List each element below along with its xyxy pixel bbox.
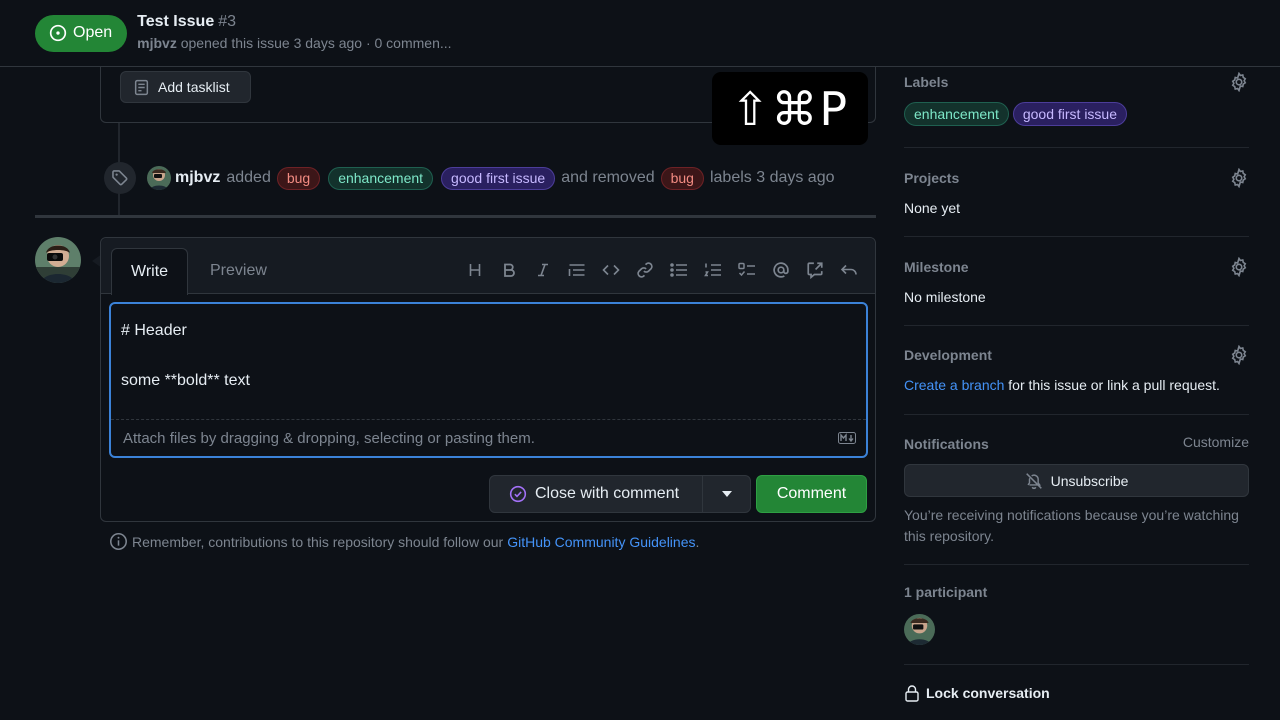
add-tasklist-label: Add tasklist <box>158 79 230 95</box>
development-value: Create a branch for this issue or link a… <box>904 375 1249 395</box>
bell-slash-icon <box>1025 472 1042 489</box>
create-branch-link[interactable]: Create a branch <box>904 377 1004 393</box>
issue-author-link[interactable]: mjbvz <box>137 35 177 51</box>
event-suffix: labels 3 days ago <box>709 169 835 186</box>
tab-write[interactable]: Write <box>111 248 189 295</box>
cross-reference-icon[interactable] <box>803 258 827 282</box>
comment-composer: Write Preview # Header some **bold** tex… <box>100 237 876 522</box>
sidebar-label-good-first-issue[interactable]: good first issue <box>1012 102 1128 126</box>
participants-title: 1 participant <box>904 584 988 600</box>
tab-preview[interactable]: Preview <box>191 248 286 294</box>
development-title[interactable]: Development <box>904 345 1249 365</box>
avatar-image <box>35 237 81 283</box>
projects-value: None yet <box>904 200 961 216</box>
issue-open-icon <box>49 24 67 42</box>
lock-conversation-button[interactable]: Lock conversation <box>904 684 1050 702</box>
label-event: mjbvz added bug enhancement good first i… <box>104 161 837 195</box>
close-with-comment-label: Close with comment <box>535 485 680 502</box>
label-good-first-issue[interactable]: good first issue <box>441 166 556 190</box>
avatar-image <box>904 614 935 645</box>
bold-icon[interactable] <box>497 258 521 282</box>
info-icon <box>110 533 127 550</box>
issue-state-label: Open <box>73 24 113 41</box>
sidebar-projects: Projects None yet <box>904 168 1249 237</box>
task-list-icon[interactable] <box>735 258 759 282</box>
composer-header: Write Preview <box>101 238 875 295</box>
sidebar-participants: 1 participant <box>904 582 1249 665</box>
link-icon[interactable] <box>633 258 657 282</box>
close-with-comment-group: Close with comment <box>489 475 751 513</box>
sidebar-notifications: Notifications Customize Unsubscribe You’… <box>904 434 1249 565</box>
development-gear-icon[interactable] <box>1229 345 1249 365</box>
event-removed-text: and removed <box>561 169 655 186</box>
sidebar-milestone: Milestone No milestone <box>904 257 1249 326</box>
comment-text[interactable]: # Header some **bold** text <box>121 318 250 393</box>
heading-icon[interactable] <box>463 258 487 282</box>
event-author-avatar[interactable] <box>147 166 171 190</box>
issue-title: Test Issue #3 <box>137 12 451 32</box>
italic-icon[interactable] <box>531 258 555 282</box>
add-tasklist-button[interactable]: Add tasklist <box>120 71 251 103</box>
event-author[interactable]: mjbvz <box>175 169 220 187</box>
current-user-avatar[interactable] <box>35 237 81 283</box>
close-with-comment-button[interactable]: Close with comment <box>490 476 703 512</box>
unordered-list-icon[interactable] <box>667 258 691 282</box>
labels-gear-icon[interactable] <box>1229 72 1249 92</box>
attach-files-area[interactable]: Attach files by dragging & dropping, sel… <box>111 419 866 456</box>
guideline-suffix: . <box>695 533 700 550</box>
issue-closed-icon <box>509 485 527 503</box>
label-event-badge <box>104 162 136 194</box>
attach-files-hint: Attach files by dragging & dropping, sel… <box>123 429 535 447</box>
event-added-text: added <box>226 169 271 186</box>
development-rest-text: for this issue or link a pull request. <box>1004 377 1220 393</box>
issue-meta: mjbvz opened this issue 3 days ago · 0 c… <box>137 32 451 54</box>
customize-notifications-link[interactable]: Customize <box>1183 434 1249 450</box>
comment-button[interactable]: Comment <box>756 475 867 513</box>
tasklist-icon <box>134 79 149 95</box>
comment-textarea[interactable]: # Header some **bold** text Attach files… <box>109 302 868 458</box>
lock-icon <box>905 685 919 702</box>
mention-icon[interactable] <box>769 258 793 282</box>
guideline-text: Remember, contributions to this reposito… <box>132 533 504 550</box>
label-bug[interactable]: bug <box>276 166 321 190</box>
sidebar-label-enhancement[interactable]: enhancement <box>904 102 1009 126</box>
markdown-toolbar <box>463 258 861 282</box>
participant-avatar[interactable] <box>904 614 935 645</box>
community-guidelines-link[interactable]: GitHub Community Guidelines <box>507 534 695 550</box>
keyboard-shortcut-overlay: ⇧⌘P <box>712 72 868 145</box>
issue-state-badge: Open <box>35 14 128 52</box>
unsubscribe-label: Unsubscribe <box>1050 472 1129 489</box>
ordered-list-icon[interactable] <box>701 258 725 282</box>
reply-icon[interactable] <box>837 258 861 282</box>
code-icon[interactable] <box>599 258 623 282</box>
issue-title-text: Test Issue <box>137 13 215 30</box>
unsubscribe-button[interactable]: Unsubscribe <box>904 464 1249 497</box>
issue-header: Open Test Issue #3 mjbvz opened this issu… <box>0 0 1280 67</box>
notifications-note: You’re receiving notifications because y… <box>904 507 1239 544</box>
milestone-value: No milestone <box>904 289 986 305</box>
issue-number: #3 <box>218 13 237 30</box>
lock-conversation-label: Lock conversation <box>926 685 1050 701</box>
milestone-title[interactable]: Milestone <box>904 257 1249 277</box>
sidebar-development: Development Create a branch for this iss… <box>904 345 1249 415</box>
triangle-down-icon <box>721 491 732 497</box>
avatar-image <box>147 166 171 190</box>
tag-icon <box>112 170 128 186</box>
markdown-icon[interactable] <box>838 432 856 444</box>
close-options-dropdown[interactable] <box>703 491 750 497</box>
community-guidelines-note: Remember, contributions to this reposito… <box>109 532 699 551</box>
sidebar-labels: Labels enhancement good first issue <box>904 72 1249 148</box>
projects-gear-icon[interactable] <box>1229 168 1249 188</box>
label-enhancement[interactable]: enhancement <box>328 166 434 190</box>
labels-title[interactable]: Labels <box>904 72 1249 92</box>
projects-title[interactable]: Projects <box>904 168 1249 188</box>
issue-meta-text: opened this issue 3 days ago · 0 commen.… <box>180 35 452 51</box>
quote-icon[interactable] <box>565 258 589 282</box>
label-bug-removed[interactable]: bug <box>660 166 704 190</box>
timeline-divider <box>35 215 876 218</box>
milestone-gear-icon[interactable] <box>1229 257 1249 277</box>
